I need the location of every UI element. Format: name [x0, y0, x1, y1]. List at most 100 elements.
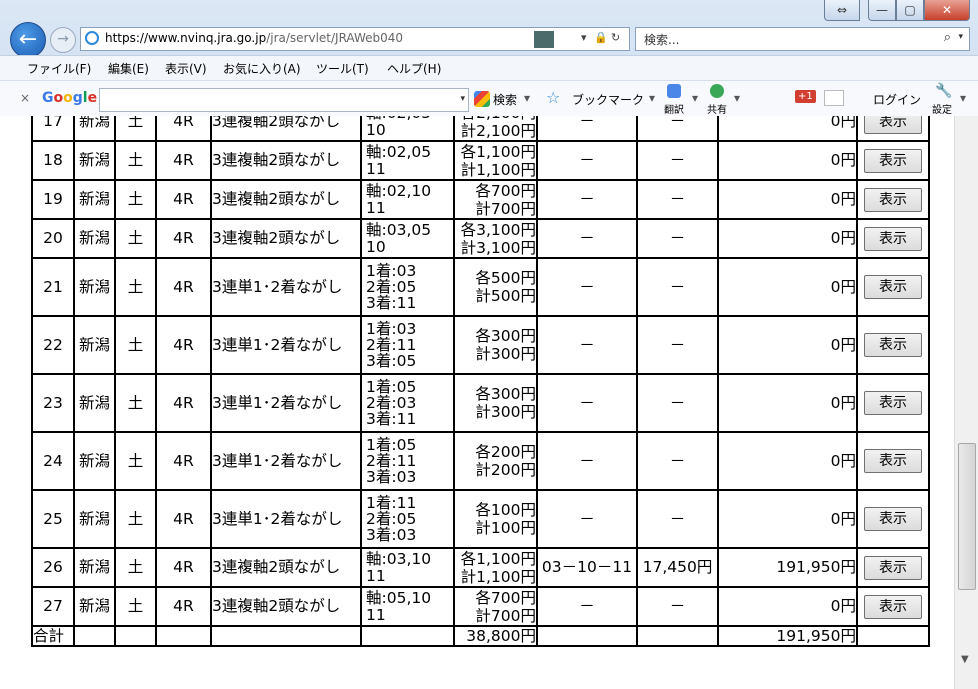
show-button[interactable]: 表示: [864, 449, 922, 473]
menu-favorites[interactable]: お気に入り(A): [223, 60, 301, 77]
bet-detail-line: 軸:03,10: [366, 550, 432, 569]
amount-line: 各2,100円: [456, 116, 535, 122]
amount-line: 計500円: [475, 287, 536, 305]
menu-edit[interactable]: 編集(E): [108, 60, 149, 77]
amount-line: 各300円: [475, 385, 536, 403]
bet-detail: 1着:05 2着:03 3着:11: [360, 373, 455, 433]
browser-search-box[interactable]: 検索... ⌕ ▾: [635, 27, 970, 51]
lock-icon[interactable]: 🔒: [594, 31, 608, 44]
address-bar[interactable]: https://www.nvinq.jra.go.jp/jra/servlet/…: [80, 27, 630, 51]
google-search-button[interactable]: 検索: [493, 91, 517, 108]
table-row: 23 新潟土 4R 3連単1･2着ながし 1着:05 2着:03 3着:11 各300円 計30…: [31, 373, 930, 433]
race-result: －: [536, 257, 638, 317]
bet-detail-line: 軸:05,10: [366, 589, 432, 608]
search-icon[interactable]: ⌕: [944, 30, 951, 45]
bet-detail: 軸:02,05 11: [360, 140, 455, 181]
google-toolbar: × Google ▾ 検索 ▾ ☆ ブックマーク ▾ 翻訳 ▾ 共有 ▾ +1 …: [0, 80, 978, 118]
amount-line: 計1,100円: [460, 567, 536, 586]
show-button[interactable]: 表示: [864, 275, 922, 299]
show-button[interactable]: 表示: [864, 226, 922, 251]
wrench-icon[interactable]: 🔧: [935, 83, 952, 99]
minimize-button[interactable]: —: [868, 0, 896, 21]
toolbar-close-icon[interactable]: ×: [20, 91, 30, 105]
empty-cell: [360, 625, 455, 647]
back-button[interactable]: ←: [10, 22, 46, 58]
empty-cell: [155, 625, 212, 647]
forward-button[interactable]: →: [50, 27, 76, 53]
maximize-button[interactable]: ▢: [896, 0, 924, 21]
payout: －: [636, 431, 719, 491]
translate-button[interactable]: 翻訳: [664, 101, 684, 116]
chevron-down-icon[interactable]: ▾: [960, 91, 966, 105]
google-search-input[interactable]: ▾: [99, 88, 469, 112]
login-button[interactable]: ログイン: [873, 91, 921, 108]
racecourse: 新潟: [73, 431, 116, 491]
menu-tools[interactable]: ツール(T): [316, 60, 369, 77]
empty-cell: [73, 625, 116, 647]
bet-amount: 各1,100円 計1,100円: [453, 547, 538, 588]
vertical-scrollbar[interactable]: ▼: [954, 116, 978, 689]
empty-cell: [114, 625, 157, 647]
close-button[interactable]: ✕: [924, 0, 970, 21]
restore-icon[interactable]: ⇔: [824, 0, 860, 21]
show-button[interactable]: 表示: [864, 116, 922, 134]
show-button[interactable]: 表示: [864, 391, 922, 415]
bet-detail: 1着:11 2着:05 3着:03: [360, 489, 455, 549]
race-number: 4R: [155, 373, 212, 433]
google-logo: Google: [42, 90, 98, 106]
payout: 17,450円: [636, 547, 719, 588]
star-icon[interactable]: ☆: [546, 88, 560, 107]
race-result: －: [536, 179, 638, 220]
menu-file[interactable]: ファイル(F): [27, 60, 91, 77]
race-result: －: [536, 489, 638, 549]
gplus-button[interactable]: +1: [795, 90, 816, 103]
table-row: 20 新潟土 4R 3連複軸2頭ながし 軸:03,05 10 各3,100円 計3,100円－…: [31, 218, 930, 259]
bookmarks-button[interactable]: ブックマーク: [572, 91, 644, 108]
chevron-down-icon[interactable]: ▾: [958, 32, 963, 42]
google-search-icon[interactable]: [474, 91, 490, 107]
scrollbar-thumb[interactable]: [958, 443, 976, 590]
race-result: －: [536, 586, 638, 627]
show-button[interactable]: 表示: [864, 594, 922, 619]
race-number: 4R: [155, 315, 212, 375]
bet-detail-line: 10: [366, 237, 386, 256]
scroll-down-icon[interactable]: ▼: [961, 654, 969, 665]
bet-type: 3連単1･2着ながし: [210, 431, 362, 491]
refund-amount: 0円: [717, 116, 858, 142]
show-button[interactable]: 表示: [864, 507, 922, 531]
show-button[interactable]: 表示: [864, 187, 922, 212]
bet-detail-line: 10: [366, 120, 386, 139]
amount-line: 計300円: [475, 403, 536, 421]
empty-cell: [210, 625, 362, 647]
race-result: －: [536, 431, 638, 491]
menu-view[interactable]: 表示(V): [165, 60, 207, 77]
share-icon[interactable]: [710, 84, 724, 98]
bet-type: 3連単1･2着ながし: [210, 373, 362, 433]
bet-detail-line: 2着:11: [366, 335, 417, 354]
total-amount: 38,800円: [453, 625, 538, 647]
race-day: 土: [114, 116, 157, 142]
amount-line: 各700円: [475, 588, 536, 607]
action-cell: 表示: [856, 179, 930, 220]
ie-logo-icon: [85, 31, 99, 45]
refresh-icon[interactable]: ↻: [611, 31, 620, 44]
show-button[interactable]: 表示: [864, 333, 922, 357]
chevron-down-icon[interactable]: ▾: [649, 91, 655, 105]
dropdown-arrow-icon[interactable]: ▾: [581, 31, 587, 44]
show-button[interactable]: 表示: [864, 555, 922, 580]
menu-help[interactable]: ヘルプ(H): [387, 60, 441, 77]
chevron-down-icon[interactable]: ▾: [692, 91, 698, 105]
chevron-down-icon[interactable]: ▾: [460, 94, 465, 104]
action-cell: 表示: [856, 586, 930, 627]
bet-detail-line: 2着:03: [366, 393, 417, 412]
settings-button[interactable]: 設定: [932, 101, 952, 116]
chevron-down-icon[interactable]: ▾: [524, 91, 530, 105]
bet-detail: 軸:02,0510: [360, 116, 455, 142]
translate-icon[interactable]: [667, 84, 681, 98]
race-day: 土: [114, 586, 157, 627]
show-button[interactable]: 表示: [864, 148, 922, 173]
url-text[interactable]: https://www.nvinq.jra.go.jp/jra/servlet/…: [105, 31, 403, 45]
race-result: －: [536, 116, 638, 142]
share-button[interactable]: 共有: [707, 101, 727, 116]
chevron-down-icon[interactable]: ▾: [734, 91, 740, 105]
